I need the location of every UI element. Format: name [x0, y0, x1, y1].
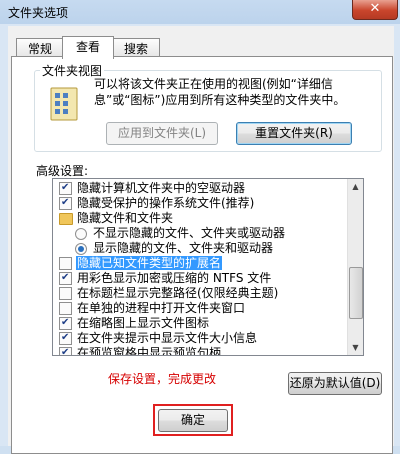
scroll-down-arrow-icon[interactable]: ▼ — [348, 340, 363, 355]
checkbox[interactable] — [59, 195, 72, 210]
annotation-note: 保存设置，完成更改 — [108, 372, 217, 386]
checkbox[interactable] — [59, 345, 72, 355]
folder-views-description: 可以将该文件夹正在使用的视图(例如“详细信息”或“图标”)应用到所有这种类型的文… — [94, 77, 346, 107]
scroll-thumb[interactable] — [349, 267, 363, 319]
setting-full-path-title[interactable]: 在标题栏显示完整路径(仅限经典主题) — [59, 286, 278, 301]
checkbox[interactable] — [59, 302, 72, 315]
checkbox[interactable] — [59, 315, 72, 330]
setting-separate-process[interactable]: 在单独的进程中打开文件夹窗口 — [59, 301, 245, 316]
folder-icon — [59, 213, 73, 225]
setting-label: 隐藏受保护的操作系统文件(推荐) — [77, 196, 255, 210]
setting-label: 不显示隐藏的文件、文件夹或驱动器 — [93, 226, 286, 240]
folder-view-icon — [50, 87, 78, 121]
setting-hidden-files-folder: 隐藏文件和文件夹 — [59, 211, 173, 226]
title-bar[interactable]: 文件夹选项 ✕ — [0, 0, 400, 24]
setting-thumbnail-icons[interactable]: 在缩略图上显示文件图标 — [59, 315, 210, 331]
radio-button[interactable] — [75, 228, 87, 240]
setting-label: 隐藏已知文件类型的扩展名 — [76, 256, 223, 270]
setting-hide-empty-drives[interactable]: 隐藏计算机文件夹中的空驱动器 — [59, 180, 246, 196]
window-title: 文件夹选项 — [8, 6, 69, 20]
vertical-scrollbar[interactable]: ▲ ▼ — [347, 179, 363, 355]
setting-label: 在单独的进程中打开文件夹窗口 — [77, 301, 246, 315]
checkbox[interactable] — [59, 287, 72, 300]
checkbox[interactable] — [59, 270, 72, 285]
setting-preview-handlers[interactable]: 在预览窗格中显示预览句柄 — [59, 345, 222, 356]
setting-label: 在标题栏显示完整路径(仅限经典主题) — [77, 286, 279, 300]
annotation-highlight-box — [153, 404, 233, 436]
advanced-settings-list[interactable]: 隐藏计算机文件夹中的空驱动器 隐藏受保护的操作系统文件(推荐) 隐藏文件和文件夹… — [52, 178, 364, 356]
restore-defaults-button[interactable]: 还原为默认值(D) — [288, 372, 382, 395]
checkbox[interactable] — [59, 180, 72, 195]
setting-label: 在预览窗格中显示预览句柄 — [77, 346, 222, 356]
setting-folder-tips-size[interactable]: 在文件夹提示中显示文件大小信息 — [59, 330, 258, 346]
checkbox[interactable] — [59, 257, 72, 270]
scroll-up-arrow-icon[interactable]: ▲ — [348, 179, 363, 194]
checkbox[interactable] — [59, 330, 72, 345]
tab-view[interactable]: 查看 — [62, 36, 114, 59]
setting-label: 显示隐藏的文件、文件夹和驱动器 — [93, 241, 274, 255]
setting-hide-protected-os-files[interactable]: 隐藏受保护的操作系统文件(推荐) — [59, 195, 255, 211]
setting-label: 隐藏计算机文件夹中的空驱动器 — [77, 181, 246, 195]
setting-label: 在文件夹提示中显示文件大小信息 — [77, 331, 258, 345]
radio-button[interactable] — [75, 243, 87, 255]
close-button[interactable]: ✕ — [352, 0, 398, 20]
setting-color-ntfs[interactable]: 用彩色显示加密或压缩的 NTFS 文件 — [59, 270, 272, 286]
apply-to-folders-button[interactable]: 应用到文件夹(L) — [106, 122, 218, 145]
setting-label: 隐藏文件和文件夹 — [77, 211, 174, 225]
advanced-settings-label: 高级设置: — [36, 164, 89, 178]
setting-label: 在缩略图上显示文件图标 — [77, 316, 210, 330]
setting-show-hidden[interactable]: 显示隐藏的文件、文件夹和驱动器 — [75, 241, 273, 256]
setting-dont-show-hidden[interactable]: 不显示隐藏的文件、文件夹或驱动器 — [75, 226, 285, 241]
reset-folders-button[interactable]: 重置文件夹(R) — [236, 122, 352, 145]
setting-hide-extensions[interactable]: 隐藏已知文件类型的扩展名 — [59, 256, 223, 271]
setting-label: 用彩色显示加密或压缩的 NTFS 文件 — [77, 271, 272, 285]
